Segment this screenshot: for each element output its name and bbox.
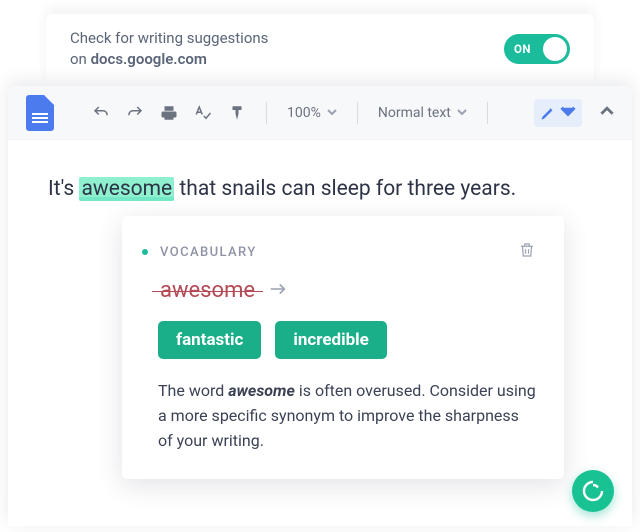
chevron-up-icon [600, 104, 614, 118]
banner-text: Check for writing suggestions on docs.go… [70, 28, 268, 70]
chevron-down-icon [327, 105, 337, 121]
paint-format-icon [228, 104, 246, 122]
undo-button[interactable] [88, 100, 114, 126]
pencil-icon [540, 105, 556, 121]
suggestion-chips: fantastic incredible [158, 321, 536, 359]
dismiss-button[interactable] [518, 240, 536, 264]
docs-app-icon[interactable] [26, 95, 54, 131]
struck-word: awesome [158, 278, 257, 303]
spellcheck-icon [194, 104, 212, 122]
style-value: Normal text [378, 105, 451, 121]
replaced-word-row: awesome [158, 278, 536, 303]
editing-mode-dropdown[interactable] [534, 99, 582, 127]
zoom-dropdown[interactable]: 100% [283, 105, 341, 121]
category-dot-icon [142, 249, 148, 255]
text-before: It's [48, 177, 79, 201]
site-banner: Check for writing suggestions on docs.go… [46, 14, 594, 86]
suggestion-chip[interactable]: fantastic [158, 321, 261, 359]
highlighted-word[interactable]: awesome [79, 177, 174, 201]
chevron-down-icon [457, 105, 467, 121]
assistant-logo-icon [581, 479, 605, 503]
toolbar: 100% Normal text [8, 86, 632, 140]
banner-line2-prefix: on [70, 50, 91, 68]
collapse-toolbar-button[interactable] [600, 103, 614, 122]
banner-line1: Check for writing suggestions [70, 29, 268, 47]
enable-toggle[interactable]: ON [504, 34, 570, 64]
explanation-text: The word awesome is often overused. Cons… [158, 379, 536, 453]
redo-button[interactable] [122, 100, 148, 126]
explain-word: awesome [228, 381, 295, 400]
toolbar-separator [357, 102, 358, 124]
suggestion-category: VOCABULARY [158, 245, 257, 260]
print-button[interactable] [156, 100, 182, 126]
undo-icon [92, 104, 110, 122]
zoom-value: 100% [287, 105, 321, 121]
explain-pre: The word [158, 381, 228, 400]
editor-window: 100% Normal text It's awesome that snail… [8, 86, 632, 526]
toolbar-separator [266, 102, 267, 124]
paint-format-button[interactable] [224, 100, 250, 126]
toggle-knob [543, 37, 567, 61]
banner-domain: docs.google.com [91, 50, 207, 68]
trash-icon [518, 240, 536, 260]
print-icon [160, 104, 178, 122]
suggestion-chip[interactable]: incredible [275, 321, 386, 359]
redo-icon [126, 104, 144, 122]
arrow-right-icon [269, 281, 287, 300]
category-label: VOCABULARY [160, 245, 257, 260]
paragraph-style-dropdown[interactable]: Normal text [374, 105, 471, 121]
toggle-label: ON [514, 42, 531, 56]
spellcheck-button[interactable] [190, 100, 216, 126]
text-after: that snails can sleep for three years. [174, 177, 516, 201]
suggestion-card: VOCABULARY awesome fantastic incredible … [122, 216, 564, 479]
toolbar-separator [487, 102, 488, 124]
chevron-down-icon [560, 103, 576, 123]
assistant-fab[interactable] [572, 470, 614, 512]
